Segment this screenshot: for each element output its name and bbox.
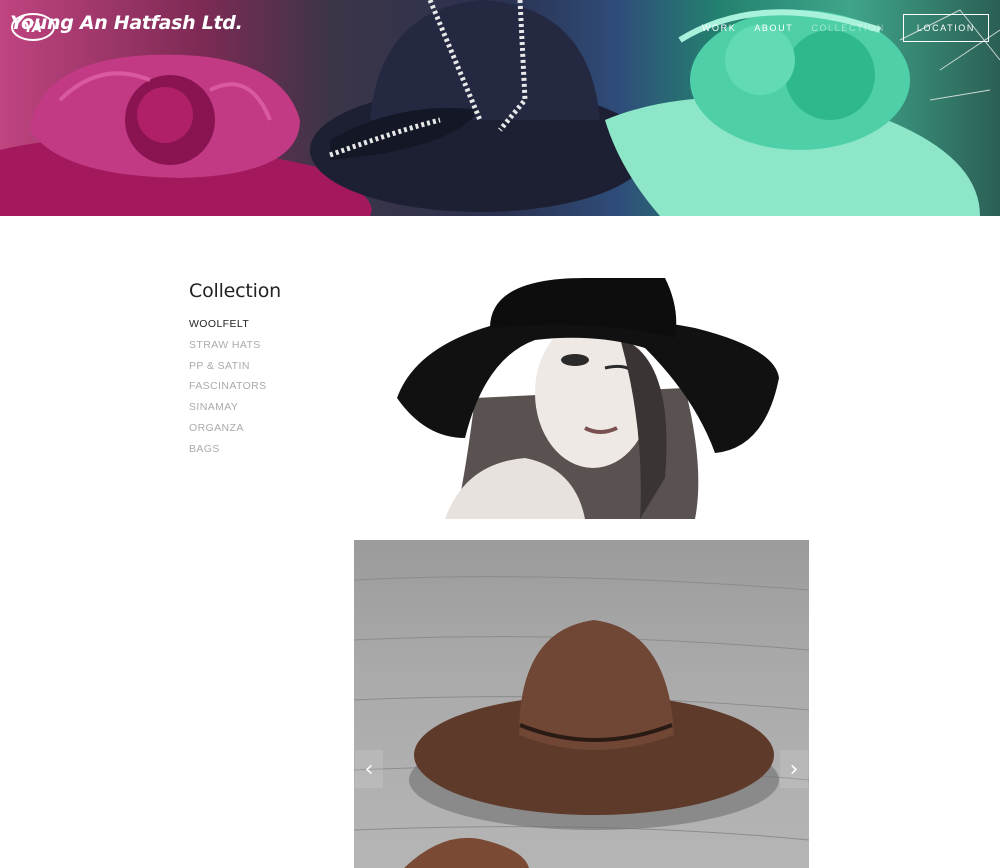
category-pp-satin[interactable]: PP & SATIN (189, 356, 339, 377)
nav-location-button[interactable]: LOCATION (902, 14, 989, 42)
category-sinamay[interactable]: SINAMAY (189, 397, 339, 418)
category-organza[interactable]: ORGANZA (189, 418, 339, 439)
ya-oval-logo-icon: YA (11, 13, 55, 41)
brown-felt-hat-image (354, 576, 809, 868)
woolfelt-model-photo (395, 278, 781, 519)
chevron-left-icon: ‹ (364, 756, 374, 782)
sidebar-title: Collection (189, 280, 281, 302)
collection-sidebar: Collection WOOLFELT STRAW HATS PP & SATI… (189, 280, 339, 460)
category-fascinators[interactable]: FASCINATORS (189, 376, 339, 397)
category-bags[interactable]: BAGS (189, 439, 339, 460)
nav-work[interactable]: WORK (702, 23, 736, 33)
gallery-next-button[interactable]: › (780, 750, 808, 788)
gallery-prev-button[interactable]: ‹ (355, 750, 383, 788)
nav-collection[interactable]: COLLECTION (811, 23, 885, 33)
woolfelt-product-photo (354, 540, 809, 868)
header-banner: YA Young An Hatfash Ltd. WORK ABOUT COLL… (0, 0, 1000, 216)
chevron-right-icon: › (789, 756, 799, 782)
model-in-hat-image (397, 278, 779, 519)
category-straw-hats[interactable]: STRAW HATS (189, 335, 339, 356)
logo-mark-text: YA (24, 21, 42, 36)
top-navigation: WORK ABOUT COLLECTION LOCATION (702, 14, 989, 42)
category-woolfelt[interactable]: WOOLFELT (189, 314, 339, 335)
category-list: WOOLFELT STRAW HATS PP & SATIN FASCINATO… (189, 314, 339, 460)
brand-logo[interactable]: YA Young An Hatfash Ltd. (10, 12, 243, 41)
nav-about[interactable]: ABOUT (754, 23, 793, 33)
